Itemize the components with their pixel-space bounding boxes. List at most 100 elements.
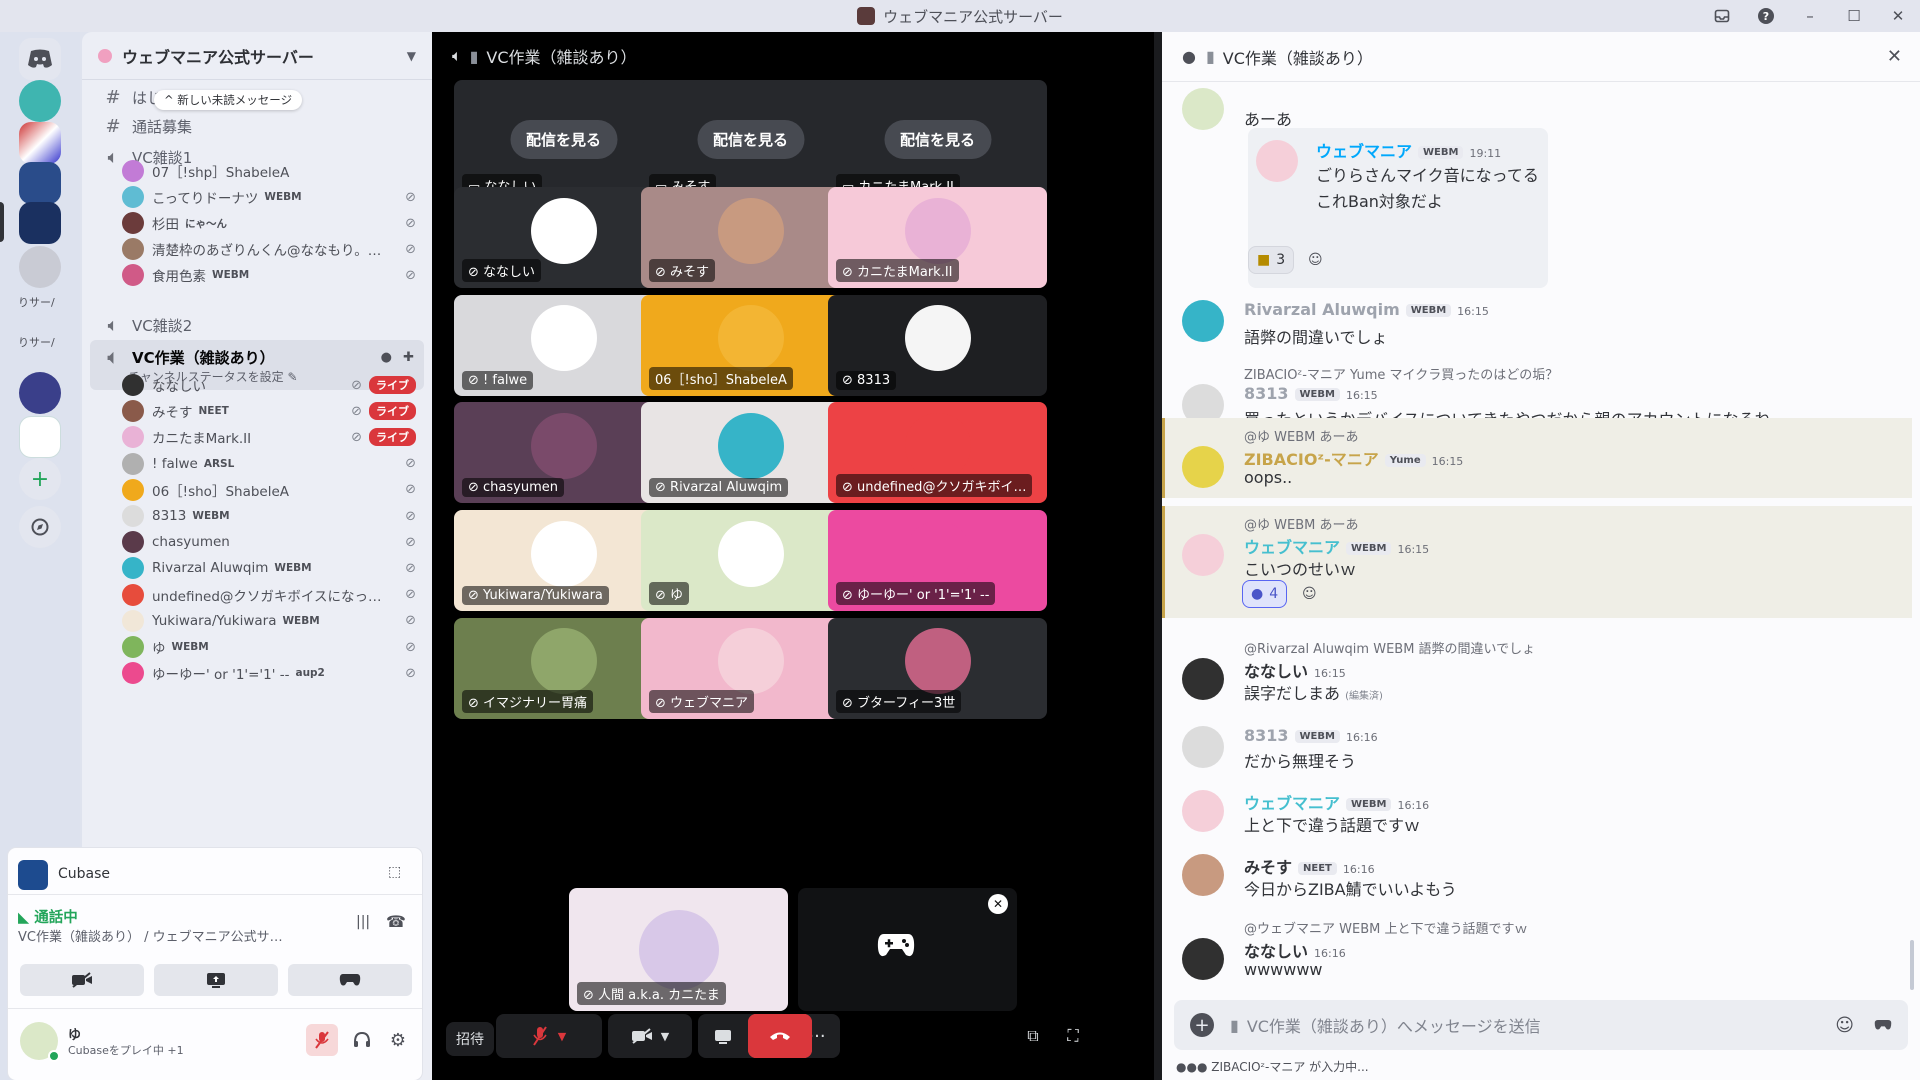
author-name[interactable]: ZIBACIOᶻ‐マニア Yume 16:15 [1244,446,1463,470]
author-name[interactable]: ななしい 16:15 [1244,658,1346,682]
author-avatar[interactable] [1182,726,1224,768]
reaction[interactable]: ● 4 [1242,580,1288,608]
voice-user-row[interactable]: undefined@クソガキボイスになっ… ⊘ [122,582,422,608]
close-icon[interactable]: ✕ [1887,46,1902,67]
participant-tile[interactable]: ⊘ undefined@クソガキボイ… [828,402,1047,504]
voice-user-row[interactable]: ゆ WEBM ⊘ [122,634,422,660]
server-icon-7[interactable] [19,416,61,458]
screen-share-icon[interactable] [714,1029,732,1044]
discover-icon[interactable] [19,506,61,548]
author-name[interactable]: みそす NEET 16:16 [1244,854,1375,878]
activities-button[interactable] [288,964,412,996]
voice-user-row[interactable]: ! falwe ARSL ⊘ [122,451,422,477]
participant-tile[interactable]: ⊘ ゆーゆー' or '1'='1' -- [828,510,1047,612]
pop-out-icon[interactable]: ⧉ [1016,1014,1050,1058]
noise-suppression-icon[interactable]: ||| [356,914,370,930]
discord-home-icon[interactable] [19,38,61,80]
chevron-down-icon[interactable]: ▼ [407,49,416,63]
server-icon-5[interactable] [19,246,61,288]
close-icon[interactable]: ✕ [988,894,1008,914]
chat-bubble-icon[interactable]: ● [381,350,392,365]
help-icon[interactable]: ? [1744,0,1788,32]
add-attachment-icon[interactable]: + [1190,1013,1214,1037]
emoji-picker-icon[interactable]: ☺ [1835,1015,1854,1036]
server-icon-webmania[interactable] [19,202,61,244]
scrollbar-thumb[interactable] [1910,940,1914,990]
author-name[interactable]: 8313 WEBM 16:16 [1244,726,1378,745]
author-avatar[interactable] [1182,446,1224,488]
live-badge[interactable]: ライブ [369,402,416,421]
author-avatar[interactable] [1182,88,1224,130]
voice-user-row[interactable]: ゆーゆー' or '1'='1' -- aup2 ⊘ [122,660,422,686]
user-name[interactable]: ゆ [68,1024,81,1043]
voice-user-row[interactable]: 清楚枠のあざりんくん@ななもり。… ⊘ [122,236,422,262]
close-window-icon[interactable]: ✕ [1876,0,1920,32]
self-video-tile[interactable]: ⊘ 人間 a.k.a. カニたま [569,888,788,1011]
voice-user-row[interactable]: Rivarzal Aluwqim WEBM ⊘ [122,555,422,581]
chevron-down-icon[interactable]: ▼ [558,1030,566,1043]
author-name[interactable]: ウェブマニア WEBM 16:16 [1244,790,1429,814]
screen-share-button[interactable] [154,964,278,996]
channel-tsuwa-boshu[interactable]: # 通話募集 [90,111,424,141]
participant-tile[interactable]: ⊘ 8313 [828,294,1047,396]
reaction[interactable]: ■ 3 [1248,246,1295,274]
author-avatar[interactable] [1256,140,1298,182]
author-name[interactable]: ウェブマニア WEBM 19:11 [1316,138,1501,162]
author-avatar[interactable] [1182,938,1224,980]
reply-preview[interactable]: @Rivarzal Aluwqim WEBM 語弊の間違いでしょ [1244,638,1535,657]
reply-preview[interactable]: @ウェブマニア WEBM 上と下で違う話題ですｗ [1244,918,1527,937]
voice-user-row[interactable]: 杉田 にゃ～ん ⊘ [122,210,422,236]
maximize-icon[interactable]: ☐ [1832,0,1876,32]
voice-user-row[interactable]: 食用色素 WEBM ⊘ [122,262,422,288]
voice-user-row[interactable]: 8313 WEBM ⊘ [122,503,422,529]
reply-preview[interactable]: ZIBACIOᶻ‐マニア Yume マイクラ買ったのはどの垢？ [1244,364,1558,383]
invite-button[interactable]: 招待 [446,1022,494,1056]
fullscreen-icon[interactable]: ⛶ [1056,1014,1090,1058]
server-icon-6[interactable] [19,372,61,414]
author-name[interactable]: ウェブマニア WEBM 16:15 [1244,534,1429,558]
voice-user-row[interactable]: chasyumen ⊘ [122,529,422,555]
activities-icon[interactable] [1874,1019,1892,1031]
stream-tile[interactable]: 配信を見る▭ カニたまMark.II [828,80,1047,203]
camera-toggle-button[interactable] [20,964,144,996]
voice-user-row[interactable]: 07［!shp］ShabeleA [122,158,422,184]
author-avatar[interactable] [1182,300,1224,342]
server-header[interactable]: ウェブマニア公式サーバー ▼ [82,32,432,80]
mute-button[interactable] [306,1024,338,1056]
server-icon-1[interactable] [19,80,61,122]
watch-stream-button[interactable]: 配信を見る [696,120,805,159]
voice-channel-vc2[interactable]: 🔈︎ VC雑談2 [90,310,424,340]
headset-button[interactable] [346,1024,378,1056]
activity-tile[interactable]: ✕ [798,888,1017,1011]
author-name[interactable]: 8313 WEBM 16:15 [1244,384,1378,403]
camera-toggle-button[interactable]: ▼ [608,1014,692,1058]
author-name[interactable]: ななしい 16:16 [1244,938,1346,962]
screen-share-icon[interactable]: ⬚ [388,864,401,880]
reply-preview[interactable]: @ゆ WEBM あーあ [1244,514,1358,533]
inbox-icon[interactable] [1700,0,1744,32]
settings-gear-icon[interactable]: ⚙ [382,1024,414,1056]
author-avatar[interactable] [1182,658,1224,700]
server-folder-label[interactable]: りサー/ [18,294,55,310]
add-server-icon[interactable]: + [19,458,61,500]
mute-toggle-button[interactable]: ▼ [496,1014,602,1058]
voice-user-row[interactable]: カニたまMark.II ⊘ ライブ [122,424,422,450]
server-icon-2[interactable] [19,122,61,164]
watch-stream-button[interactable]: 配信を見る [883,120,992,159]
voice-user-row[interactable]: 06［!sho］ShabeleA ⊘ [122,477,422,503]
voice-user-row[interactable]: ななしい ⊘ ライブ [122,372,422,398]
participant-tile[interactable]: ⊘ ブターフィー3世 [828,617,1047,719]
server-folder-label[interactable]: りサー/ [18,334,55,350]
reply-preview[interactable]: @ゆ WEBM あーあ [1244,426,1358,445]
author-avatar[interactable] [1182,790,1224,832]
connection-location[interactable]: VC作業（雑談あり） / ウェブマニア公式サ… [18,926,283,945]
voice-user-row[interactable]: Yukiwara/Yukiwara WEBM ⊘ [122,608,422,634]
disconnect-icon[interactable]: ☎ [386,912,406,931]
server-icon-3[interactable] [19,162,61,204]
add-user-icon[interactable]: ✚ [403,350,414,365]
voice-user-row[interactable]: みそす NEET ⊘ ライブ [122,398,422,424]
watch-stream-button[interactable]: 配信を見る [509,120,618,159]
live-badge[interactable]: ライブ [369,376,416,394]
message-input[interactable]: VC作業（雑談あり）へメッセージを送信 [1247,1013,1835,1037]
add-reaction-icon[interactable]: ☺ [1300,246,1331,274]
